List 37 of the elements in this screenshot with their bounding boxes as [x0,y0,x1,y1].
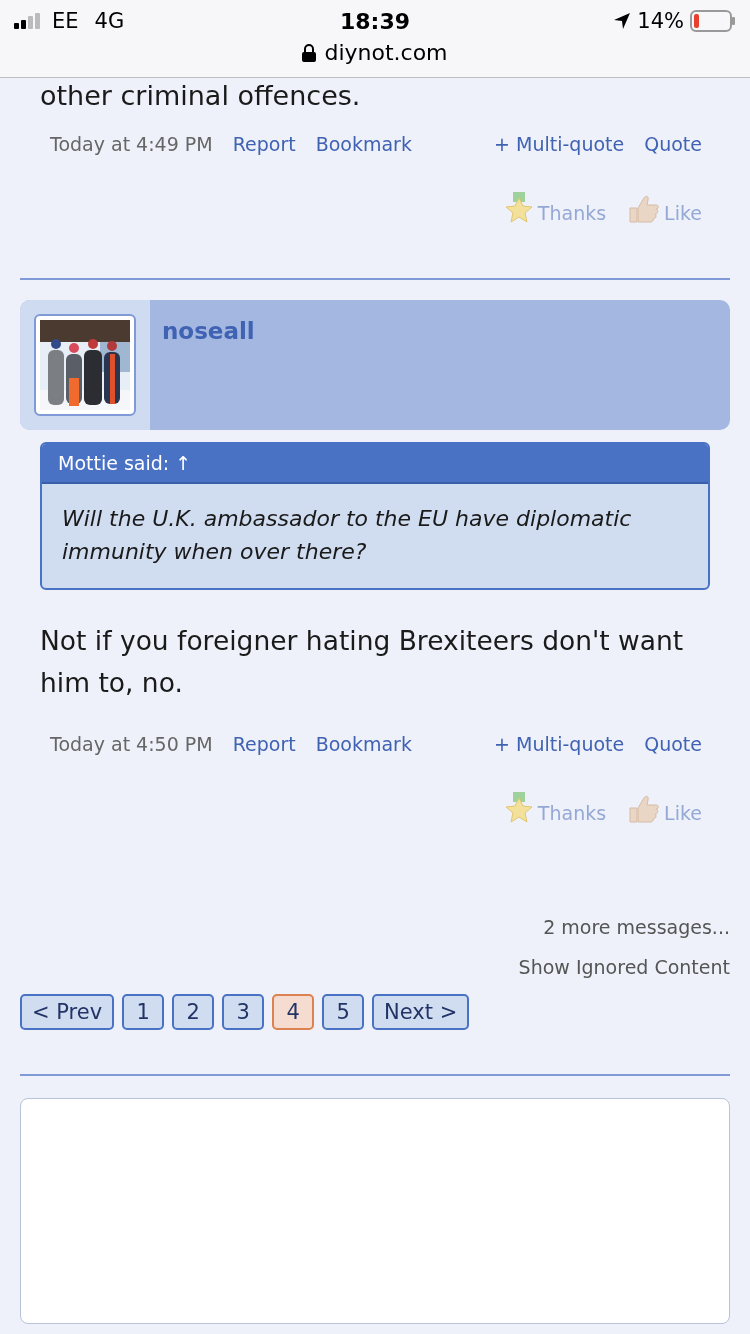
thumbs-up-icon [628,194,661,224]
post-action-link[interactable]: Bookmark [315,133,412,155]
battery-percent: 14% [637,9,684,33]
location-arrow-icon [613,12,632,30]
page-button[interactable]: 4 [272,994,315,1030]
post-text: Not if you foreigner hating Brexiteers don't want him to, no. [39,624,685,700]
lock-icon [302,43,317,62]
post-time: Today at 4:50 PM [50,733,213,755]
thumbs-up-icon [628,794,661,824]
clock: 18:39 [340,8,410,34]
quote-link[interactable]: + Multi-quote [494,733,625,755]
page-button[interactable]: 3 [222,994,265,1030]
star-medal-icon [503,792,534,824]
network-label: 4G [94,9,125,33]
battery-icon [690,10,736,32]
quote-link[interactable]: + Multi-quote [494,133,625,155]
reply-field[interactable] [20,1098,730,1324]
show-ignored-link[interactable]: Show Ignored Content [518,956,730,978]
page-button[interactable]: 5 [322,994,365,1030]
page-button[interactable]: 2 [172,994,215,1030]
prev-page-button[interactable]: < Prev [20,994,115,1030]
carrier-label: EE [52,9,79,33]
next-page-button[interactable]: Next > [372,994,470,1030]
page-button[interactable]: 1 [122,994,165,1030]
post-action-link[interactable]: Report [232,133,296,155]
quote-header[interactable]: Mottie said: ↑ [42,444,708,484]
post-time: Today at 4:49 PM [50,133,213,155]
star-medal-icon [503,192,534,224]
quote-link[interactable]: Quote [644,133,702,155]
author-name[interactable]: noseall [162,318,255,344]
post-action-link[interactable]: Report [232,733,296,755]
post-text: other criminal offences. [39,79,362,112]
quote-text: Will the U.K. ambassador to the EU have diplomatic immunity when over there? [61,505,633,566]
address-url[interactable]: diynot.com [324,40,448,65]
more-messages-link[interactable]: 2 more messages... [543,916,730,938]
post-action-link[interactable]: Bookmark [315,733,412,755]
quote-link[interactable]: Quote [644,733,702,755]
